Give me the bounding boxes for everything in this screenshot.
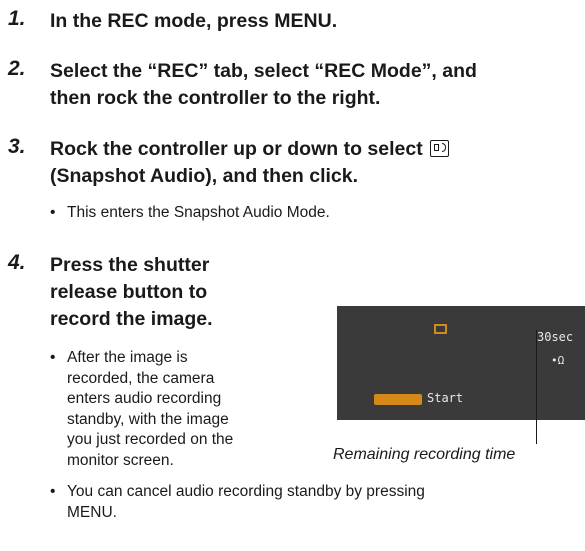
callout-caption: Remaining recording time: [333, 446, 516, 463]
step-text: Press the shutter release button to reco…: [50, 252, 213, 333]
camera-monitor-screen: 30sec •Ω Start: [337, 306, 585, 420]
step-text: Select the “REC” tab, select “REC Mode”,…: [50, 58, 477, 112]
step-text-line: then rock the controller to the right.: [50, 87, 381, 109]
bullet-line: you just recorded on the: [67, 431, 234, 448]
step-text-line: Select the “REC” tab, select “REC Mode”,…: [50, 60, 477, 82]
step-text-line: Press the shutter: [50, 254, 210, 276]
step-text-line: record the image.: [50, 308, 213, 330]
bullet-line: MENU.: [67, 503, 117, 521]
step-text-line: release button to: [50, 281, 208, 303]
start-label: Start: [427, 391, 464, 405]
step-number: 3.: [8, 135, 26, 158]
remaining-time-readout: 30sec: [537, 330, 574, 344]
step-text-part: Rock the controller up or down to select: [50, 138, 423, 160]
step-number: 2.: [8, 57, 26, 80]
step-text: In the REC mode, press MENU.: [50, 10, 338, 32]
step-number: 4.: [8, 251, 26, 274]
bullet-text: This enters the Snapshot Audio Mode.: [67, 204, 330, 221]
callout-line: [536, 330, 537, 444]
shutter-button-icon: [374, 394, 422, 405]
microphone-icon: •Ω: [551, 354, 565, 367]
bullet-line: standby, with the image: [67, 410, 229, 428]
bullet-line: enters audio recording: [67, 390, 222, 407]
bullet-line: recorded, the camera: [67, 369, 215, 387]
step-text-line: (Snapshot Audio), and then click.: [50, 165, 359, 187]
step-number: 1.: [8, 7, 26, 30]
bullet-dot: •: [50, 483, 56, 500]
step-text-line: Rock the controller up or down to select: [50, 136, 450, 163]
bullet-text: After the image is recorded, the camera …: [67, 348, 233, 471]
bullet-dot: •: [50, 349, 56, 366]
bullet-line: monitor screen.: [67, 451, 174, 469]
bullet-dot: •: [50, 204, 56, 221]
bullet-line: After the image is: [67, 349, 188, 366]
snapshot-audio-icon: [430, 140, 450, 157]
bullet-text: You can cancel audio recording standby b…: [67, 482, 425, 523]
bullet-line: You can cancel audio recording standby b…: [67, 483, 425, 500]
step-text: Rock the controller up or down to select…: [50, 136, 450, 190]
audio-record-icon: [434, 324, 447, 334]
